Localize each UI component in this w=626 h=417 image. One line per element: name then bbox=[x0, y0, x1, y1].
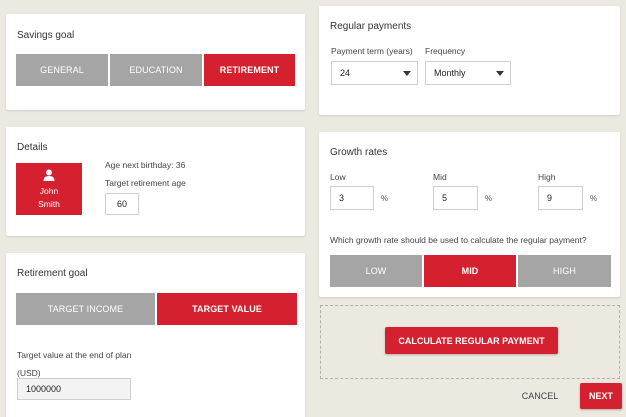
mid-rate-label: Mid bbox=[433, 172, 447, 182]
growth-rates-card: Growth rates Low 3 % Mid 5 % High 9 % Wh… bbox=[319, 132, 620, 297]
high-rate-percent: % bbox=[590, 194, 598, 203]
avatar-first-name: John bbox=[39, 186, 59, 196]
mid-rate-percent: % bbox=[485, 194, 493, 203]
cancel-button[interactable]: CANCEL bbox=[514, 383, 566, 409]
payment-term-label: Payment term (years) bbox=[331, 46, 413, 56]
high-rate-label: High bbox=[538, 172, 556, 182]
savings-goal-general-button[interactable]: GENERAL bbox=[16, 54, 108, 86]
person-icon bbox=[43, 169, 55, 181]
low-rate-input[interactable]: 3 bbox=[330, 186, 374, 210]
savings-goal-title: Savings goal bbox=[17, 30, 75, 41]
retirement-goal-title: Retirement goal bbox=[17, 268, 88, 279]
avatar[interactable]: John Smith bbox=[16, 163, 82, 215]
target-retirement-age-input[interactable]: 60 bbox=[105, 193, 139, 215]
target-value-label: Target value at the end of plan bbox=[17, 350, 132, 360]
retirement-goal-segmented-control: TARGET INCOME TARGET VALUE bbox=[16, 293, 297, 325]
target-income-button[interactable]: TARGET INCOME bbox=[16, 293, 155, 325]
savings-goal-segmented-control: GENERAL EDUCATION RETIREMENT bbox=[16, 54, 295, 86]
low-rate-label: Low bbox=[330, 172, 346, 182]
details-card: Details John Smith Age next birthday: 36… bbox=[6, 127, 305, 236]
chevron-down-icon bbox=[403, 71, 411, 76]
low-rate-percent: % bbox=[381, 194, 389, 203]
payment-term-value: 24 bbox=[340, 68, 351, 78]
growth-rate-question: Which growth rate should be used to calc… bbox=[330, 235, 587, 245]
frequency-select[interactable]: Monthly bbox=[425, 61, 511, 85]
mid-rate-input[interactable]: 5 bbox=[433, 186, 478, 210]
savings-goal-retirement-button[interactable]: RETIREMENT bbox=[204, 54, 295, 86]
growth-rates-title: Growth rates bbox=[330, 147, 388, 158]
calculate-regular-payment-button[interactable]: CALCULATE REGULAR PAYMENT bbox=[385, 327, 558, 354]
payment-term-select[interactable]: 24 bbox=[331, 61, 418, 85]
age-next-birthday-label: Age next birthday: 36 bbox=[105, 160, 186, 170]
regular-payments-card: Regular payments Payment term (years) 24… bbox=[319, 6, 620, 115]
savings-goal-education-button[interactable]: EDUCATION bbox=[110, 54, 202, 86]
frequency-value: Monthly bbox=[434, 68, 466, 78]
retirement-goal-card: Retirement goal TARGET INCOME TARGET VAL… bbox=[6, 253, 305, 417]
growth-rate-high-button[interactable]: HIGH bbox=[518, 255, 611, 287]
next-button[interactable]: NEXT bbox=[580, 383, 622, 409]
frequency-label: Frequency bbox=[425, 46, 466, 56]
target-value-button[interactable]: TARGET VALUE bbox=[157, 293, 297, 325]
avatar-last-name: Smith bbox=[38, 199, 60, 209]
growth-rate-low-button[interactable]: LOW bbox=[330, 255, 422, 287]
chevron-down-icon bbox=[496, 71, 504, 76]
currency-label: (USD) bbox=[17, 368, 41, 378]
growth-rate-segmented-control: LOW MID HIGH bbox=[330, 255, 611, 287]
savings-goal-card: Savings goal GENERAL EDUCATION RETIREMEN… bbox=[6, 14, 305, 110]
target-value-input[interactable]: 1000000 bbox=[17, 378, 131, 400]
target-retirement-age-label: Target retirement age bbox=[105, 178, 186, 188]
high-rate-input[interactable]: 9 bbox=[538, 186, 583, 210]
regular-payments-title: Regular payments bbox=[330, 21, 412, 32]
growth-rate-mid-button[interactable]: MID bbox=[424, 255, 516, 287]
details-title: Details bbox=[17, 142, 48, 153]
